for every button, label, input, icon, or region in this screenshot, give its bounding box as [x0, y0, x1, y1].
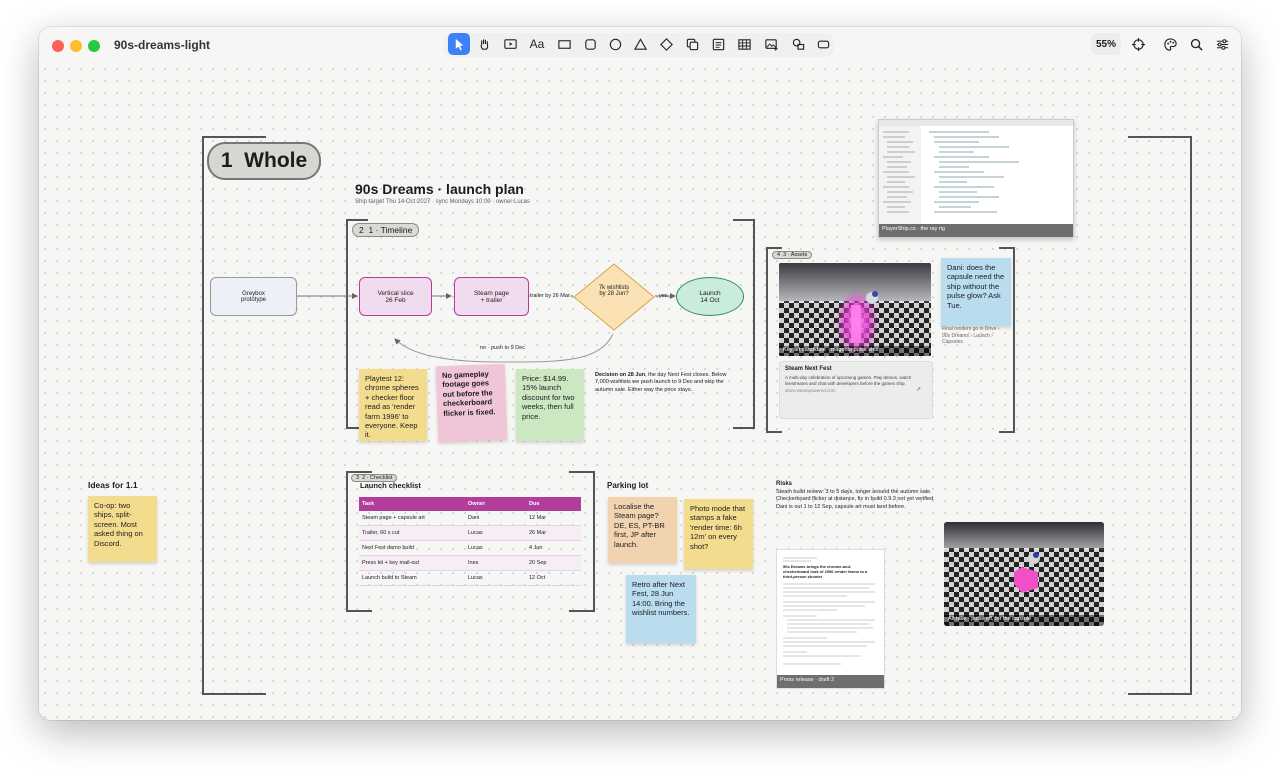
checklist-title: Launch checklist: [360, 481, 421, 490]
risk-item: Checkerboard flicker at distance, fix in…: [776, 496, 935, 503]
task-cell: Next Fest demo build: [359, 540, 465, 556]
link-card-body: A multi-day celebration of upcoming game…: [785, 375, 912, 386]
key-art-caption: Key art candidate · magenta pulse shot: [783, 347, 879, 353]
image-tool-icon[interactable]: [760, 33, 782, 55]
table-row[interactable]: Next Fest demo build Lucas 4 Jun: [359, 540, 581, 556]
edge-label-trailer: trailer by 26 Mar: [530, 293, 570, 299]
board-canvas[interactable]: 1 Whole 90s Dreams · launch plan Ship ta…: [39, 63, 1241, 720]
drive-note: Final renders go in Drive › 90s Dreams ›…: [942, 326, 1000, 345]
zoom-window-button[interactable]: [88, 40, 100, 52]
text-tool-icon[interactable]: Aa: [526, 33, 548, 55]
key-art-image[interactable]: Key art candidate · magenta pulse shot: [779, 263, 931, 356]
edge-label-no: no · push to 9 Dec: [480, 345, 525, 351]
launch-checklist-table[interactable]: Task Owner Due Steam page + capsule art D…: [359, 497, 581, 586]
document-title: 90s-dreams-light: [114, 38, 211, 52]
flow-node-wishlists-decision[interactable]: 7k wishlists by 28 Jun?: [588, 285, 640, 297]
task-cell: Steam page + capsule art: [359, 511, 465, 526]
table-row[interactable]: Steam page + capsule art Dani 12 Mar: [359, 511, 581, 526]
decision-note: Decision on 28 Jun, the day Next Fest cl…: [595, 372, 737, 394]
close-button[interactable]: [52, 40, 64, 52]
parking-lot-title: Parking lot: [607, 481, 649, 490]
minimize-button[interactable]: [70, 40, 82, 52]
rectangle-tool-icon[interactable]: [553, 33, 575, 55]
target-icon[interactable]: [1127, 33, 1149, 55]
sticky-ideas[interactable]: Co-op: two ships, split-screen. Most ask…: [88, 496, 157, 562]
decision-note-bold: Decision on 28 Jun: [595, 372, 646, 378]
diamond-tool-icon[interactable]: [655, 33, 677, 55]
flow-node-launch[interactable]: Launch 14 Oct: [676, 277, 744, 316]
due-cell: 12 Oct: [526, 570, 581, 586]
flow-node-greybox[interactable]: Greybox prototype: [210, 277, 297, 316]
card-tool-icon[interactable]: [707, 33, 729, 55]
sticky-no-gameplay[interactable]: No gameplay footage goes out before the …: [435, 363, 508, 443]
due-cell: 12 Mar: [526, 511, 581, 526]
task-cell: Launch build to Steam: [359, 570, 465, 586]
ellipse-tool-icon[interactable]: [604, 33, 626, 55]
rounded-rectangle-tool-icon[interactable]: [579, 33, 601, 55]
table-row[interactable]: Press kit + key mail-out Ines 20 Sep: [359, 555, 581, 571]
link-card-url: store.steampowered.com: [785, 388, 836, 393]
alt-take-render: [944, 522, 1104, 626]
search-icon[interactable]: [1185, 33, 1207, 55]
hand-tool-icon[interactable]: [473, 33, 495, 55]
zoom-level[interactable]: 55%: [1091, 33, 1121, 55]
sticky-localise[interactable]: Localise the Steam page? DE, ES, PT-BR f…: [608, 497, 677, 563]
code-screenshot-render: [879, 120, 1073, 237]
flow-node-diamond-shape: [573, 263, 655, 331]
task-cell: Trailer, 60 s cut: [359, 525, 465, 541]
assets-frame-label[interactable]: 4 3 · Assets: [772, 251, 813, 259]
owner-cell: Lucas: [465, 540, 526, 556]
alt-take-caption: Alt take · pulse off, for the capsule: [948, 616, 1032, 622]
table-header-task: Task: [359, 497, 465, 511]
launch-checklist-table-wrap: Task Owner Due Steam page + capsule art D…: [359, 497, 581, 586]
palette-icon[interactable]: [1159, 33, 1181, 55]
sticky-dani[interactable]: Dani: does the capsule need the ship wit…: [941, 258, 1011, 326]
shapes-tool-icon[interactable]: [787, 33, 809, 55]
ideas-title: Ideas for 1.1: [88, 480, 138, 490]
risks-list: Steam build review: 3 to 5 days, longer …: [776, 489, 956, 511]
copy-tool-icon[interactable]: [681, 33, 703, 55]
task-cell: Press kit + key mail-out: [359, 555, 465, 571]
table-header-owner: Owner: [465, 497, 526, 511]
code-screenshot-image[interactable]: PlayerShip.cs · the ray rig: [878, 119, 1074, 238]
steam-link-card[interactable]: Steam Next Fest A multi-day celebration …: [779, 361, 933, 419]
table-header-due: Due: [526, 497, 581, 511]
sticky-playtest[interactable]: Playtest 12: chrome spheres + checker fl…: [359, 369, 427, 441]
app-window: 90s-dreams-light Aa 55% 1 Whole 90s Drea…: [39, 27, 1241, 720]
table-row[interactable]: Trailer, 60 s cut Lucas 26 Mar: [359, 525, 581, 541]
settings-icon[interactable]: [1211, 33, 1233, 55]
due-cell: 4 Jun: [526, 540, 581, 556]
risk-item: Steam build review: 3 to 5 days, longer …: [776, 489, 932, 495]
risk-item: Dani is out 1 to 12 Sep, capsule art mus…: [776, 503, 906, 510]
press-release-text-lines: [777, 557, 884, 688]
sticky-price[interactable]: Price: $14.99. 15% launch discount for t…: [516, 369, 584, 441]
table-tool-icon[interactable]: [733, 33, 755, 55]
owner-cell: Ines: [465, 555, 526, 571]
risks-title: Risks: [776, 481, 793, 487]
title-bar: 90s-dreams-light Aa 55%: [39, 27, 1241, 63]
sticky-retro[interactable]: Retro after Next Fest, 28 Jun 14:00. Bri…: [626, 575, 696, 643]
owner-cell: Lucas: [465, 570, 526, 586]
press-release-image[interactable]: 90s Dreams brings the chrome-and-checker…: [776, 549, 885, 689]
owner-cell: Dani: [465, 511, 526, 526]
due-cell: 26 Mar: [526, 525, 581, 541]
table-row[interactable]: Launch build to Steam Lucas 12 Oct: [359, 570, 581, 586]
present-tool-icon[interactable]: [499, 33, 521, 55]
flow-node-vertical-slice[interactable]: Vertical slice 26 Feb: [359, 277, 432, 316]
select-tool-icon[interactable]: [448, 33, 470, 55]
edge-label-yes: yes: [659, 293, 668, 299]
frame-tool-icon[interactable]: [812, 33, 834, 55]
key-art-render: [779, 263, 931, 356]
open-link-icon[interactable]: ↗: [916, 386, 921, 393]
owner-cell: Lucas: [465, 525, 526, 541]
link-card-title: Steam Next Fest: [785, 366, 832, 372]
flow-node-steam-page[interactable]: Steam page + trailer: [454, 277, 529, 316]
triangle-tool-icon[interactable]: [629, 33, 651, 55]
code-screenshot-caption: PlayerShip.cs · the ray rig: [882, 226, 945, 232]
alt-take-image[interactable]: Alt take · pulse off, for the capsule: [944, 522, 1104, 626]
press-release-caption: Press release · draft 2: [780, 677, 835, 683]
due-cell: 20 Sep: [526, 555, 581, 571]
sticky-photo-mode[interactable]: Photo mode that stamps a fake 'render ti…: [684, 499, 753, 569]
